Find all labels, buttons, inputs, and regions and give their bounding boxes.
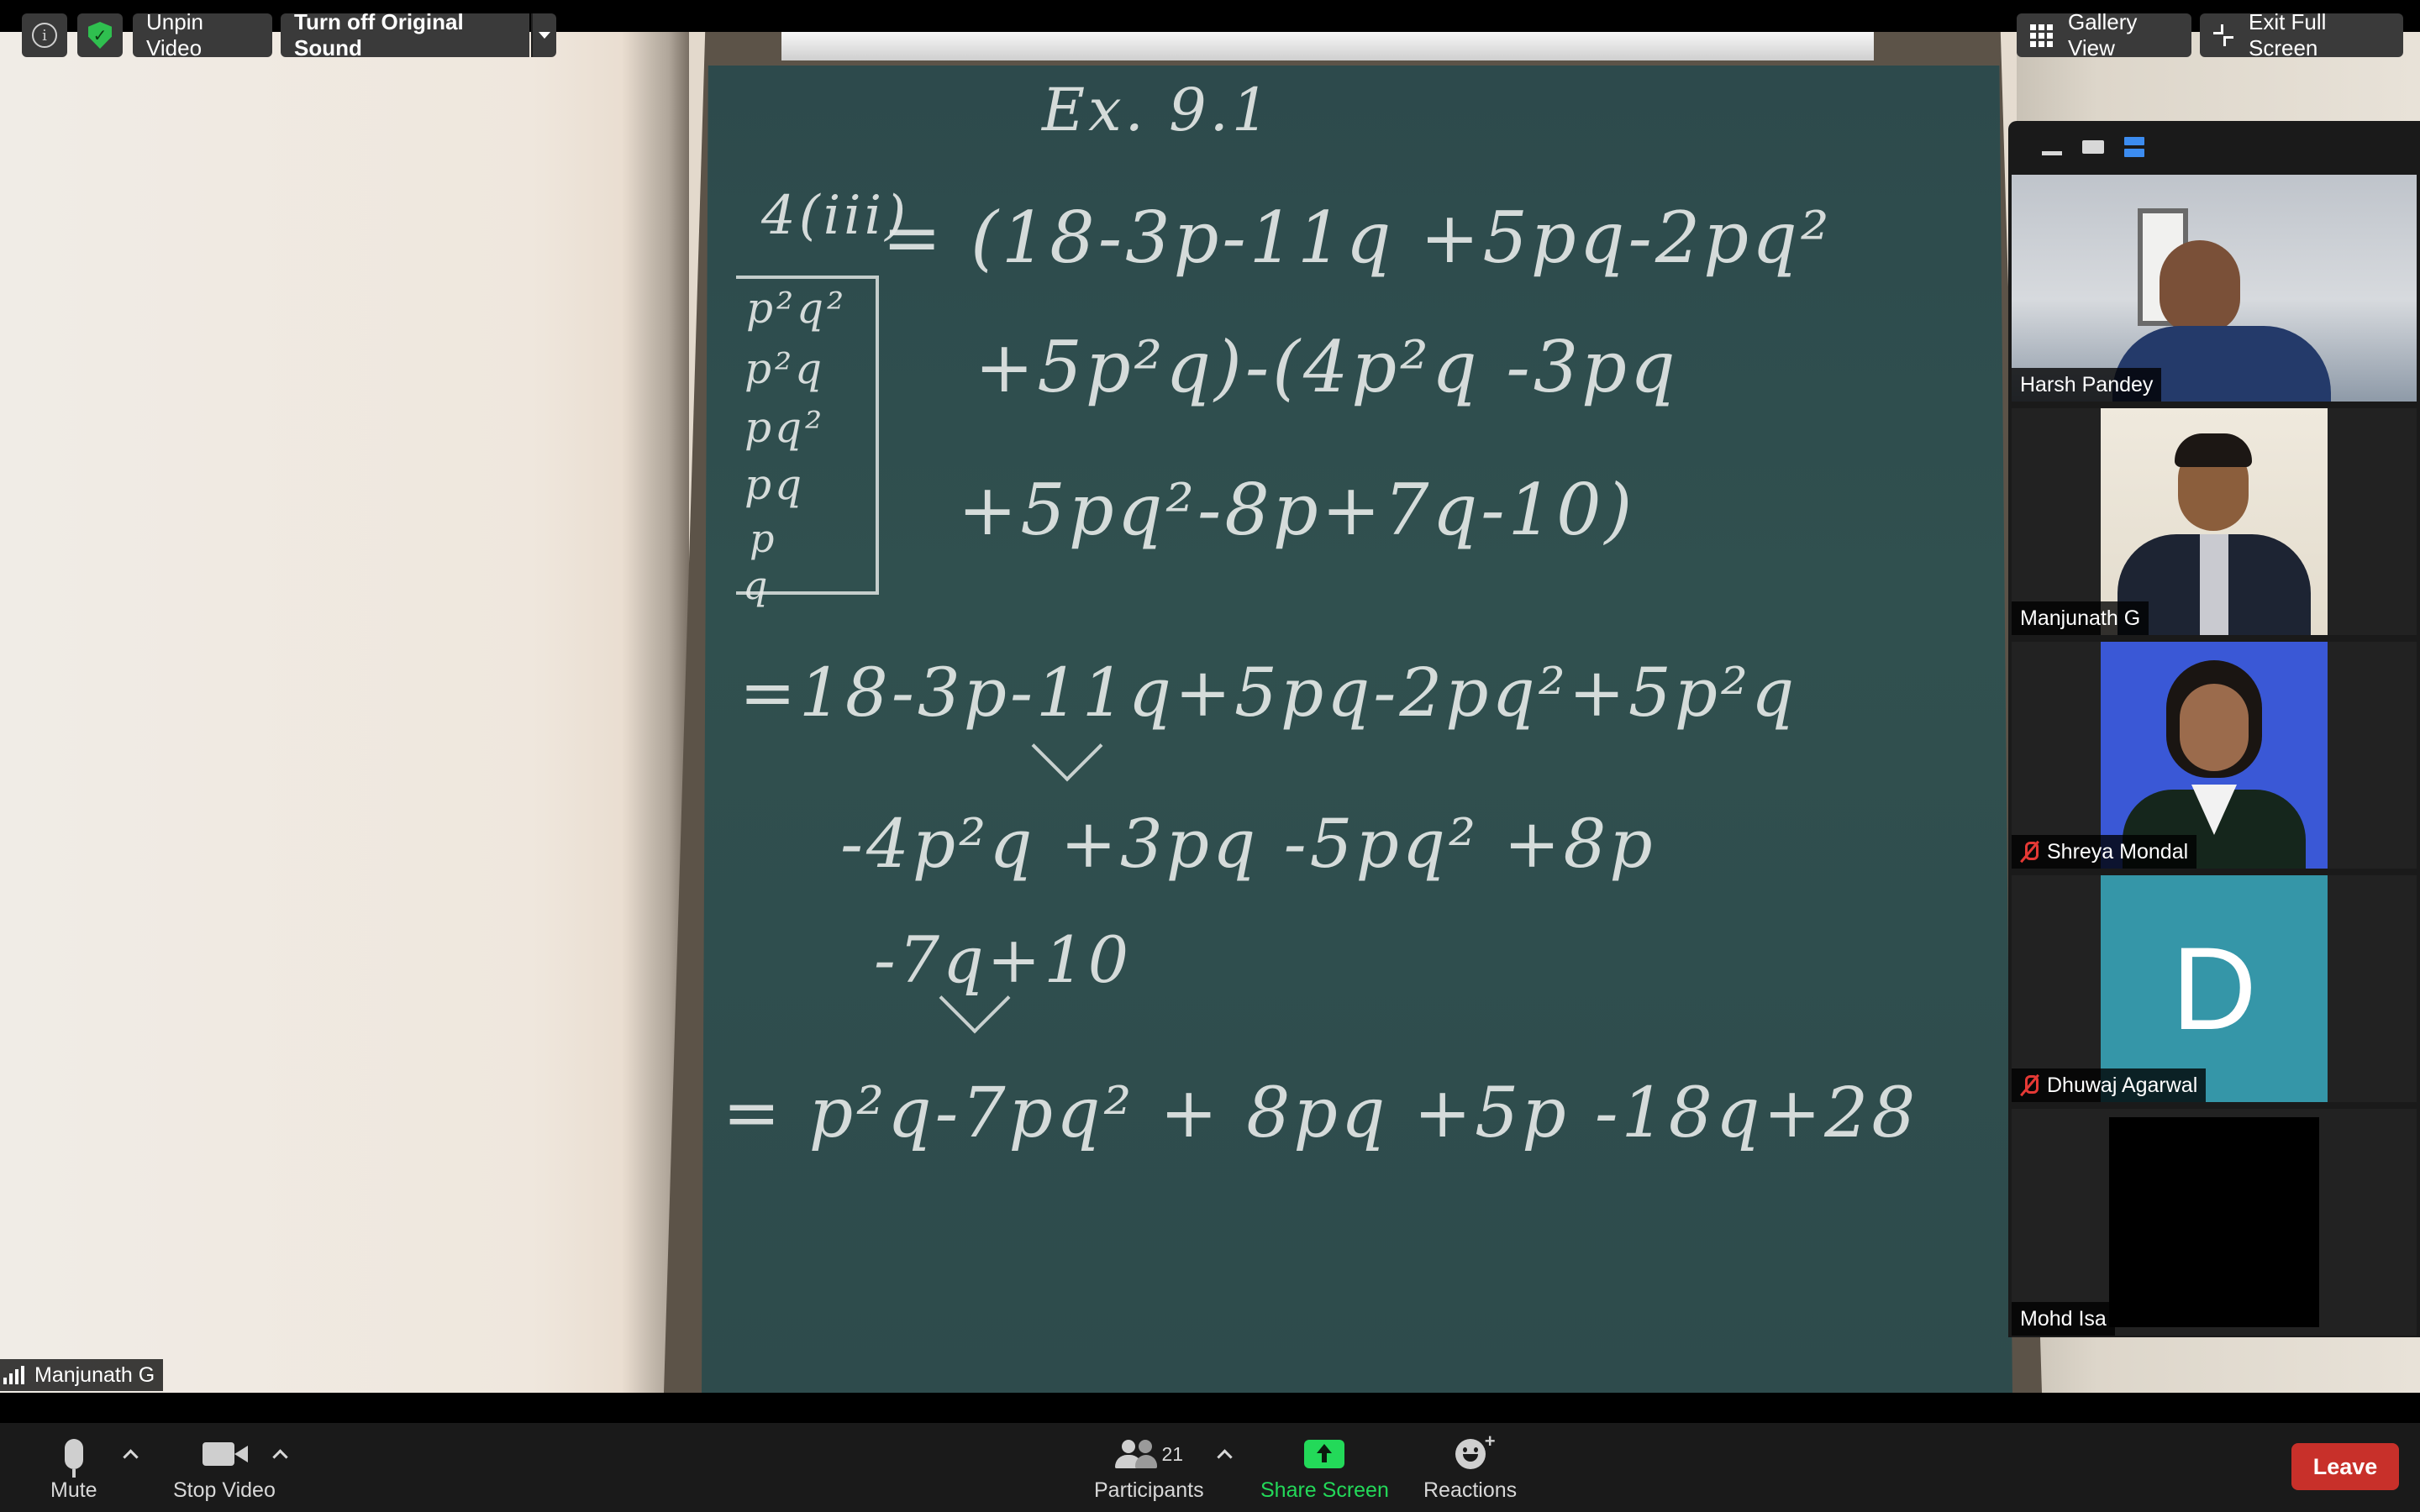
chalk-line: -7q+10 bbox=[874, 922, 1133, 997]
participant-tile[interactable]: Harsh Pandey bbox=[2012, 175, 2417, 402]
participant-video bbox=[2160, 240, 2240, 333]
participant-name-text: Dhuwaj Agarwal bbox=[2047, 1073, 2198, 1097]
chalk-line: = (18-3p-11q +5pq-2pq² bbox=[882, 197, 1833, 279]
gallery-view-button[interactable]: Gallery View bbox=[2017, 9, 2191, 60]
original-sound-dropdown[interactable] bbox=[531, 13, 556, 57]
zoom-meeting-window: p²q² p²q pq² pq p q Ex. 9.1 4(iii) = (18… bbox=[0, 0, 2420, 1512]
security-button[interactable]: ✓ bbox=[77, 13, 123, 57]
info-icon: i bbox=[32, 23, 57, 48]
share-screen-button[interactable]: Share Screen bbox=[1260, 1433, 1389, 1503]
participant-name-text: Shreya Mondal bbox=[2047, 839, 2189, 864]
participant-name: Shreya Mondal bbox=[2012, 835, 2197, 869]
avatar-letter: D bbox=[2171, 922, 2257, 1054]
mute-label: Mute bbox=[50, 1478, 97, 1502]
chalk-box-term: pq² bbox=[744, 403, 826, 452]
active-speaker-name: Manjunath G bbox=[34, 1362, 155, 1387]
exit-full-screen-label: Exit Full Screen bbox=[2248, 9, 2327, 60]
chalk-line: =18-3p-11q+5pq-2pq²+5p²q bbox=[739, 654, 1798, 732]
participant-tile[interactable]: D Dhuwaj Agarwal bbox=[2012, 875, 2417, 1102]
participant-tile[interactable]: Mohd Isa bbox=[2012, 1109, 2417, 1336]
mute-button[interactable]: Mute bbox=[50, 1433, 97, 1503]
participant-video bbox=[2109, 1117, 2319, 1327]
leave-button[interactable]: Leave bbox=[2291, 1443, 2399, 1490]
minimize-icon[interactable] bbox=[2042, 150, 2062, 155]
smiley-icon: + bbox=[1455, 1431, 1496, 1469]
stop-video-button[interactable]: Stop Video bbox=[173, 1433, 276, 1503]
reactions-button[interactable]: + Reactions bbox=[1423, 1431, 1518, 1503]
video-camera-icon bbox=[202, 1442, 248, 1466]
chalk-box-term: p²q bbox=[744, 344, 826, 393]
chalk-line: -4p²q +3pq -5pq² +8p bbox=[840, 805, 1656, 883]
chalk-line: +5p²q)-(4p²q -3pq bbox=[975, 326, 1679, 408]
chalk-box-term: p²q² bbox=[746, 284, 848, 333]
gallery-view-label: Gallery View bbox=[2068, 9, 2138, 60]
meeting-toolbar: Mute Stop Video 21 Participants Share Sc… bbox=[0, 1423, 2420, 1512]
muted-mic-icon bbox=[2020, 1074, 2039, 1097]
participant-tile[interactable]: Shreya Mondal bbox=[2012, 642, 2417, 869]
stack-view-icon[interactable] bbox=[2124, 137, 2144, 157]
participants-button[interactable]: 21 Participants bbox=[1094, 1433, 1204, 1503]
participants-icon bbox=[1114, 1440, 1157, 1468]
shield-check-icon: ✓ bbox=[88, 22, 112, 49]
exit-full-screen-button[interactable]: Exit Full Screen bbox=[2200, 9, 2403, 60]
muted-mic-icon bbox=[2020, 840, 2039, 864]
reactions-label: Reactions bbox=[1423, 1478, 1518, 1502]
share-screen-label: Share Screen bbox=[1260, 1478, 1389, 1502]
chalk-line: = p²q-7pq² + 8pq +5p -18q+28 bbox=[723, 1074, 1919, 1153]
participants-label: Participants bbox=[1094, 1478, 1204, 1502]
microphone-icon bbox=[64, 1439, 83, 1478]
participant-name: Harsh Pandey bbox=[2012, 368, 2162, 402]
chalk-line: +5pq²-8p+7q-10) bbox=[958, 469, 1636, 551]
active-speaker-label: Manjunath G bbox=[0, 1359, 164, 1391]
chalk-box-term: p bbox=[750, 516, 778, 561]
grid-icon bbox=[2030, 24, 2053, 47]
chalk-heading: Ex. 9.1 bbox=[1042, 76, 1273, 144]
chalk-box-term: pq bbox=[744, 460, 806, 509]
participant-name: Dhuwaj Agarwal bbox=[2012, 1068, 2207, 1102]
participant-name: Mohd Isa bbox=[2012, 1302, 2115, 1336]
participant-name: Manjunath G bbox=[2012, 601, 2149, 635]
window-strip bbox=[781, 32, 1874, 60]
stop-video-label: Stop Video bbox=[173, 1478, 276, 1502]
participants-options-caret[interactable] bbox=[1217, 1446, 1232, 1462]
participants-video-panel: Harsh Pandey Manjunath G Shreya Mondal D… bbox=[2008, 121, 2420, 1337]
share-screen-icon bbox=[1304, 1440, 1345, 1468]
participant-count: 21 bbox=[1161, 1442, 1184, 1465]
unpin-video-button[interactable]: Unpin Video bbox=[133, 9, 272, 60]
meeting-info-button[interactable]: i bbox=[22, 13, 67, 57]
panel-header bbox=[2008, 121, 2420, 173]
exit-fullscreen-icon bbox=[2213, 24, 2233, 46]
video-options-caret[interactable] bbox=[272, 1446, 287, 1462]
audio-options-caret[interactable] bbox=[123, 1446, 138, 1462]
participant-tile[interactable]: Manjunath G bbox=[2012, 408, 2417, 635]
strip-view-icon[interactable] bbox=[2082, 140, 2104, 154]
chalk-box-term: q bbox=[743, 563, 771, 608]
signal-strength-icon bbox=[3, 1366, 24, 1384]
turn-off-original-sound-button[interactable]: Turn off Original Sound bbox=[281, 9, 529, 60]
